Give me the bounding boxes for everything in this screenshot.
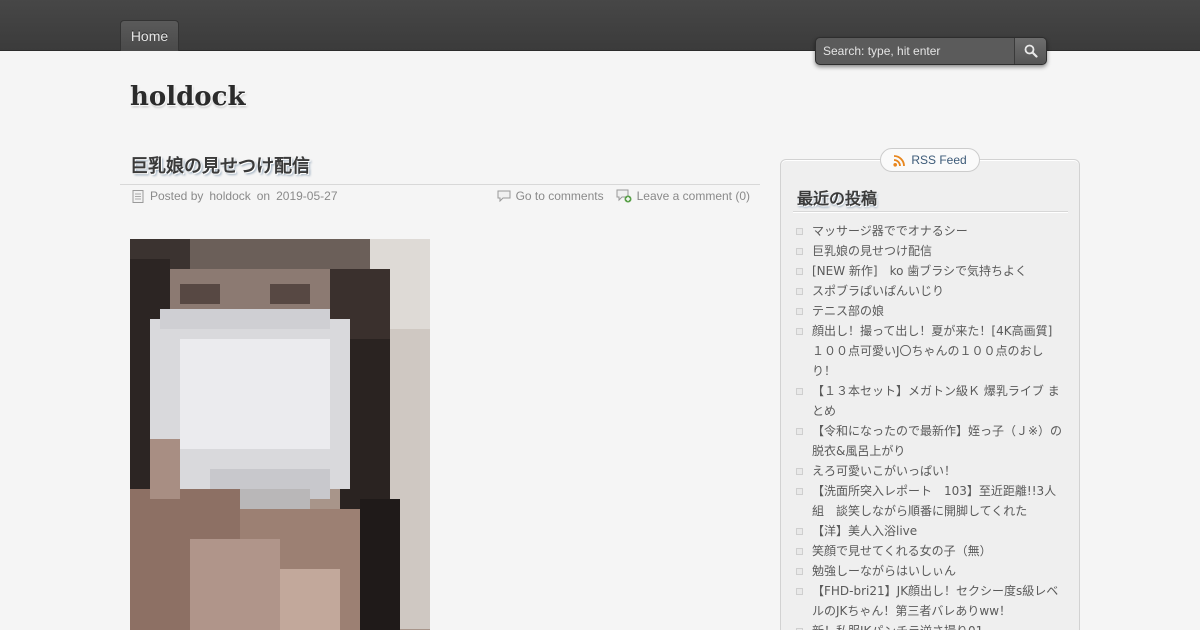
recent-post-link[interactable]: 【洋】美人入浴live <box>812 524 917 538</box>
bullet-icon <box>796 548 803 555</box>
list-item: テニス部の娘 <box>796 301 1064 321</box>
list-item: [NEW 新作] ko 歯ブラシで気持ちよく <box>796 261 1064 281</box>
recent-post-link[interactable]: 【洗面所突入レポート 103】至近距離!!3人組 談笑しながら順番に開脚してくれ… <box>812 484 1056 518</box>
recent-post-link[interactable]: [NEW 新作] ko 歯ブラシで気持ちよく <box>812 264 1027 278</box>
nav-home-tab[interactable]: Home <box>120 20 179 51</box>
bullet-icon <box>796 268 803 275</box>
recent-post-link[interactable]: 笑顔で見せてくれる女の子（無） <box>812 544 992 558</box>
list-item: 【洗面所突入レポート 103】至近距離!!3人組 談笑しながら順番に開脚してくれ… <box>796 481 1064 521</box>
leave-comment-link[interactable]: Leave a comment (0) <box>637 189 750 203</box>
rss-icon <box>893 154 906 167</box>
bullet-icon <box>796 588 803 595</box>
list-item: えろ可愛いこがいっぱい！ <box>796 461 1064 481</box>
recent-post-link[interactable]: 顔出し！撮って出し！夏が来た！[4K高画質]１００点可愛いJ〇ちゃんの１００点の… <box>812 324 1052 378</box>
recent-posts-title: 最近の投稿 <box>797 189 878 208</box>
list-item: 巨乳娘の見せつけ配信 <box>796 241 1064 261</box>
bullet-icon <box>796 328 803 335</box>
search-icon <box>1024 44 1038 58</box>
list-item: 勉強しーながらはいしぃん <box>796 561 1064 581</box>
post-comment-links: Go to comments Leave a comment (0) <box>497 189 750 203</box>
bullet-icon <box>796 388 803 395</box>
list-item: 【洋】美人入浴live <box>796 521 1064 541</box>
recent-post-link[interactable]: マッサージ器ででオナるシー <box>812 224 968 238</box>
go-to-comments-link[interactable]: Go to comments <box>516 189 604 203</box>
bullet-icon <box>796 228 803 235</box>
recent-post-link[interactable]: 【令和になったので最新作】姪っ子（Ｊ※）の脱衣&風呂上がり <box>812 424 1062 458</box>
post-image-mosaic <box>130 239 430 630</box>
author-link[interactable]: holdock <box>209 189 250 203</box>
list-item: マッサージ器ででオナるシー <box>796 221 1064 241</box>
bullet-icon <box>796 568 803 575</box>
rss-feed-badge[interactable]: RSS Feed <box>880 148 980 172</box>
search-form <box>815 37 1047 65</box>
list-item: 顔出し！撮って出し！夏が来た！[4K高画質]１００点可愛いJ〇ちゃんの１００点の… <box>796 321 1064 381</box>
post-meta: Posted by holdock on 2019-05-27 Go to co… <box>120 184 760 208</box>
add-comment-icon <box>616 189 632 203</box>
recent-post-link[interactable]: 【FHD-bri21】JK顔出し！セクシー度s級レベルのJKちゃん！第三者バレあ… <box>812 584 1058 618</box>
list-item: 新！私服JKパンチラ逆さ撮り01 <box>796 621 1064 630</box>
post-title[interactable]: 巨乳娘の見せつけ配信 <box>130 152 310 178</box>
go-to-comments[interactable]: Go to comments <box>497 189 604 203</box>
leave-comment[interactable]: Leave a comment (0) <box>616 189 750 203</box>
divider <box>793 211 1068 212</box>
bullet-icon <box>796 248 803 255</box>
recent-post-link[interactable]: 巨乳娘の見せつけ配信 <box>812 244 932 258</box>
document-icon <box>132 189 144 203</box>
bullet-icon <box>796 308 803 315</box>
bullet-icon <box>796 528 803 535</box>
recent-post-link[interactable]: スポブラぱいぱんいじり <box>812 284 944 298</box>
speech-bubble-icon <box>497 190 511 202</box>
list-item: 【令和になったので最新作】姪っ子（Ｊ※）の脱衣&風呂上がり <box>796 421 1064 461</box>
list-item: 【FHD-bri21】JK顔出し！セクシー度s級レベルのJKちゃん！第三者バレあ… <box>796 581 1064 621</box>
post-byline: Posted by holdock on 2019-05-27 <box>132 189 338 203</box>
post-date: 2019-05-27 <box>276 189 338 203</box>
recent-post-link[interactable]: 【１３本セット】メガトン級Ｋ 爆乳ライブ まとめ <box>812 384 1060 418</box>
list-item: スポブラぱいぱんいじり <box>796 281 1064 301</box>
site-title[interactable]: holdock <box>130 82 246 112</box>
bullet-icon <box>796 428 803 435</box>
recent-post-link[interactable]: テニス部の娘 <box>812 304 884 318</box>
recent-post-link[interactable]: えろ可愛いこがいっぱい！ <box>812 464 956 478</box>
bullet-icon <box>796 288 803 295</box>
recent-post-link[interactable]: 勉強しーながらはいしぃん <box>812 564 956 578</box>
search-input[interactable] <box>816 38 1014 64</box>
recent-post-link[interactable]: 新！私服JKパンチラ逆さ撮り01 <box>812 624 983 630</box>
recent-posts-list: マッサージ器ででオナるシー 巨乳娘の見せつけ配信 [NEW 新作] ko 歯ブラシで… <box>796 221 1064 630</box>
search-button[interactable] <box>1014 38 1046 64</box>
byline-prefix: Posted by <box>150 189 204 203</box>
rss-label[interactable]: RSS Feed <box>911 153 966 167</box>
bullet-icon <box>796 468 803 475</box>
bullet-icon <box>796 488 803 495</box>
list-item: 【１３本セット】メガトン級Ｋ 爆乳ライブ まとめ <box>796 381 1064 421</box>
list-item: 笑顔で見せてくれる女の子（無） <box>796 541 1064 561</box>
byline-on: on <box>256 189 271 203</box>
